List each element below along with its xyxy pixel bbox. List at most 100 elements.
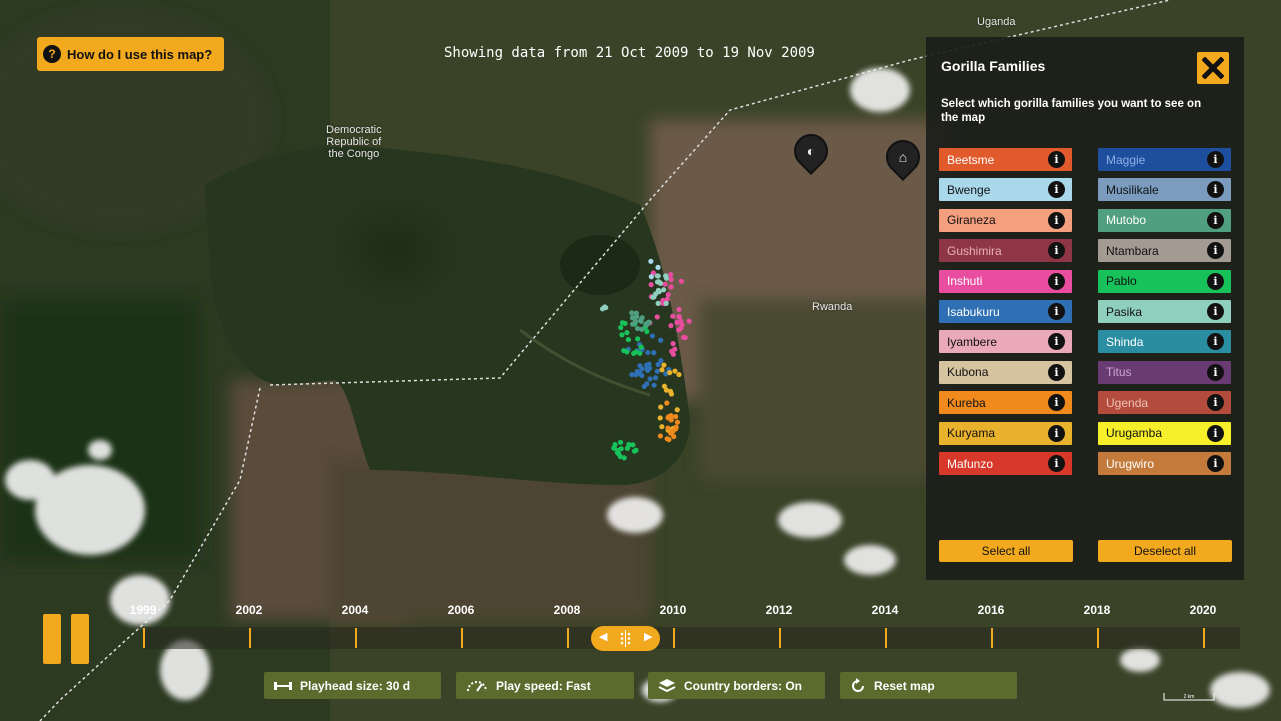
playhead-size-button[interactable]: Playhead size: 30 d <box>264 672 441 699</box>
family-toggle-mafunzo[interactable]: Mafunzo i <box>939 452 1072 475</box>
gorilla-location-dot <box>624 349 630 355</box>
family-toggle-ugenda[interactable]: Ugenda i <box>1098 391 1231 415</box>
family-toggle-urugwiro[interactable]: Urugwiro i <box>1098 452 1231 475</box>
family-toggle-shinda[interactable]: Shinda i <box>1098 330 1231 354</box>
reset-map-label: Reset map <box>874 678 935 693</box>
info-icon[interactable]: i <box>1048 394 1065 412</box>
info-icon[interactable]: i <box>1048 455 1065 472</box>
info-icon[interactable]: i <box>1207 272 1224 290</box>
pause-icon-bar <box>71 614 89 664</box>
family-label: Pasika <box>1106 304 1143 319</box>
family-toggle-mutobo[interactable]: Mutobo i <box>1098 208 1231 232</box>
pause-button[interactable] <box>43 614 89 664</box>
close-panel-button[interactable] <box>1197 52 1229 84</box>
gorilla-location-dot <box>658 404 664 410</box>
gorilla-location-dot <box>648 274 654 280</box>
family-label: Titus <box>1106 365 1132 380</box>
gorilla-location-dot <box>676 314 683 320</box>
info-icon[interactable]: i <box>1207 424 1224 442</box>
gorilla-location-dot <box>667 370 673 376</box>
family-toggle-pablo[interactable]: Pablo i <box>1098 269 1231 293</box>
family-label: Ugenda <box>1106 395 1149 410</box>
family-toggle-beetsme[interactable]: Beetsme i <box>939 148 1072 171</box>
info-icon[interactable]: i <box>1207 303 1224 320</box>
family-label: Ntambara <box>1106 243 1159 258</box>
family-toggle-maggie[interactable]: Maggie i <box>1098 148 1231 171</box>
gorilla-location-dot <box>662 281 668 287</box>
map-scale-bar: 2 km <box>1163 693 1215 701</box>
info-icon[interactable]: i <box>1207 455 1224 472</box>
gorilla-location-dot <box>643 322 650 328</box>
playhead-handle[interactable]: ◀ ▶ <box>591 626 660 651</box>
info-icon[interactable]: i <box>1048 272 1065 290</box>
gorilla-location-dot <box>631 448 638 454</box>
gorilla-location-dot <box>654 279 661 285</box>
gorilla-location-dot <box>655 264 661 270</box>
family-toggle-musilikale[interactable]: Musilikale i <box>1098 178 1231 202</box>
info-icon[interactable]: i <box>1207 363 1224 381</box>
info-icon[interactable]: i <box>1207 242 1224 260</box>
family-toggle-kureba[interactable]: Kureba i <box>939 391 1072 415</box>
family-toggle-ntambara[interactable]: Ntambara i <box>1098 239 1231 263</box>
question-icon: ? <box>43 45 61 63</box>
gorilla-location-dot <box>649 333 655 339</box>
family-toggle-bwenge[interactable]: Bwenge i <box>939 178 1072 202</box>
info-icon[interactable]: i <box>1048 151 1065 168</box>
gorilla-location-dot <box>657 415 663 421</box>
gorilla-location-dot <box>665 415 671 421</box>
info-icon[interactable]: i <box>1048 303 1065 320</box>
info-icon[interactable]: i <box>1207 333 1224 351</box>
family-toggle-iyambere[interactable]: Iyambere i <box>939 330 1072 354</box>
info-icon[interactable]: i <box>1207 394 1224 412</box>
gorilla-location-dot <box>663 273 669 279</box>
gorilla-location-dot <box>659 367 665 373</box>
gorilla-location-dot <box>659 424 665 430</box>
info-icon[interactable]: i <box>1207 151 1224 168</box>
panel-title: Gorilla Families <box>941 58 1046 74</box>
country-borders-button[interactable]: Country borders: On <box>648 672 825 699</box>
gorilla-location-dot <box>630 321 636 327</box>
family-label: Mafunzo <box>947 456 994 471</box>
info-icon[interactable]: i <box>1048 424 1065 442</box>
info-icon[interactable]: i <box>1048 211 1065 229</box>
gorilla-location-dot <box>670 341 676 347</box>
close-icon <box>1202 57 1224 79</box>
info-icon[interactable]: i <box>1048 333 1065 351</box>
family-toggle-giraneza[interactable]: Giraneza i <box>939 208 1072 232</box>
gorilla-location-dot <box>617 453 623 460</box>
family-toggle-gushimira[interactable]: Gushimira i <box>939 239 1072 263</box>
play-speed-button[interactable]: Play speed: Fast <box>456 672 634 699</box>
family-toggle-kuryama[interactable]: Kuryama i <box>939 421 1072 445</box>
family-toggle-pasika[interactable]: Pasika i <box>1098 300 1231 323</box>
family-label: Bwenge <box>947 182 991 197</box>
family-toggle-isabukuru[interactable]: Isabukuru i <box>939 300 1072 323</box>
info-icon[interactable]: i <box>1207 211 1224 229</box>
gorilla-location-dot <box>599 306 606 312</box>
family-toggle-inshuti[interactable]: Inshuti i <box>939 269 1072 293</box>
help-button[interactable]: ? How do I use this map? <box>37 37 224 71</box>
map-label-rwanda: Rwanda <box>812 301 853 313</box>
reset-map-button[interactable]: Reset map <box>840 672 1017 699</box>
family-label: Mutobo <box>1106 213 1147 228</box>
family-toggle-urugamba[interactable]: Urugamba i <box>1098 421 1231 445</box>
info-icon[interactable]: i <box>1048 242 1065 260</box>
family-toggle-kubona[interactable]: Kubona i <box>939 360 1072 384</box>
playhead-left-arrow-icon[interactable]: ◀ <box>599 630 607 643</box>
deselect-all-button[interactable]: Deselect all <box>1098 540 1232 562</box>
playhead-right-arrow-icon[interactable]: ▶ <box>644 630 652 643</box>
family-toggle-titus[interactable]: Titus i <box>1098 360 1231 384</box>
gorilla-location-dot <box>667 388 674 395</box>
pause-icon <box>43 614 61 664</box>
timeline-year-label: 2004 <box>341 603 369 617</box>
gorilla-location-dot <box>617 439 624 445</box>
info-icon[interactable]: i <box>1048 181 1065 199</box>
select-all-button[interactable]: Select all <box>939 540 1073 562</box>
timeline-track[interactable] <box>143 627 1240 649</box>
gorilla-location-dot <box>648 282 654 288</box>
gorilla-location-dot <box>676 327 682 333</box>
timeline-tick <box>143 628 145 648</box>
gorilla-location-dot <box>670 313 676 319</box>
info-icon[interactable]: i <box>1048 363 1065 381</box>
info-icon[interactable]: i <box>1207 181 1224 199</box>
gorilla-icon: ◐ <box>806 143 816 159</box>
